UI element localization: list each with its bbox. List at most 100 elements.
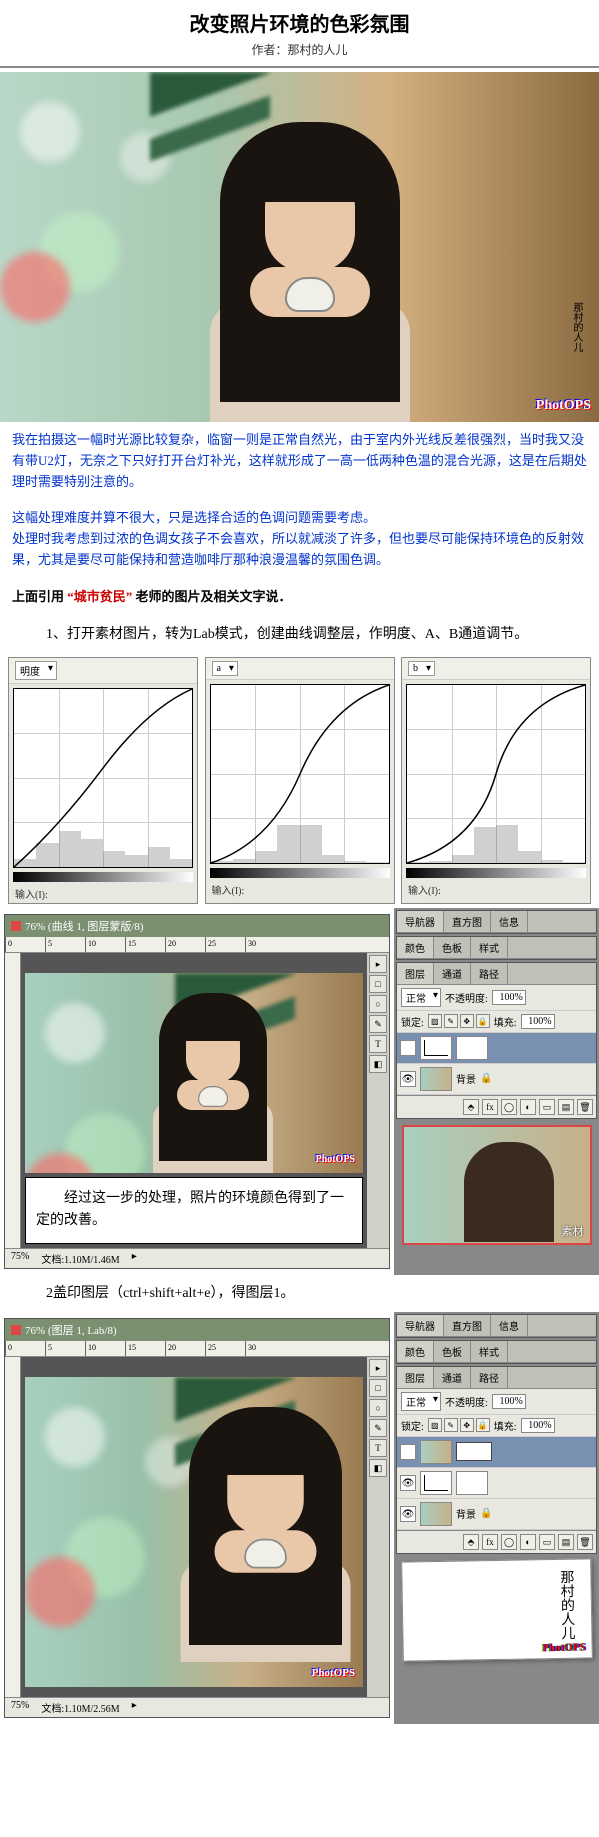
trash-icon[interactable]: 🗑 (577, 1534, 593, 1550)
mask-icon[interactable]: ◯ (501, 1534, 517, 1550)
mask-icon[interactable]: ◯ (501, 1099, 517, 1115)
main-photo: 那村的人儿 PhotOPS (0, 72, 599, 422)
layer-thumbnail[interactable] (420, 1502, 452, 1526)
fx-icon[interactable]: fx (482, 1099, 498, 1115)
new-layer-icon[interactable]: ▤ (558, 1534, 574, 1550)
lock-pixels-icon[interactable]: ✎ (444, 1014, 458, 1028)
tab-styles[interactable]: 样式 (471, 937, 508, 958)
tool-icon[interactable]: T (369, 1035, 387, 1053)
tab-info[interactable]: 信息 (491, 1315, 528, 1336)
tool-icon[interactable]: ◧ (369, 1055, 387, 1073)
watermark-logo: PhotOPS (536, 398, 591, 414)
toolbar-vertical: ▸ □ ○ ✎ T ◧ (367, 1357, 389, 1697)
mask-thumbnail[interactable] (456, 1471, 488, 1495)
visibility-icon[interactable]: 👁 (400, 1506, 416, 1522)
blend-mode-dropdown[interactable]: 正常 (401, 1392, 441, 1411)
link-icon[interactable]: ⬘ (463, 1099, 479, 1115)
curve-graph[interactable] (13, 688, 193, 868)
lock-transparency-icon[interactable]: ▨ (428, 1014, 442, 1028)
page-title: 改变照片环境的色彩氛围 (0, 8, 599, 37)
layer-thumbnail[interactable] (420, 1471, 452, 1495)
curve-panel-lightness: 明度 输入(I): (8, 657, 198, 904)
tab-swatches[interactable]: 色板 (434, 1341, 471, 1362)
tool-icon[interactable]: □ (369, 1379, 387, 1397)
curve-graph[interactable] (406, 684, 586, 864)
tool-icon[interactable]: ▸ (369, 955, 387, 973)
tool-icon[interactable]: ▸ (369, 1359, 387, 1377)
lock-position-icon[interactable]: ✥ (460, 1418, 474, 1432)
layer-name-input[interactable]: 图层 1 (456, 1442, 492, 1461)
tool-icon[interactable]: ◧ (369, 1459, 387, 1477)
tool-icon[interactable]: ✎ (369, 1419, 387, 1437)
tab-histogram[interactable]: 直方图 (444, 1315, 491, 1336)
new-layer-icon[interactable]: ▤ (558, 1099, 574, 1115)
header: 改变照片环境的色彩氛围 作者：那村的人儿 (0, 0, 599, 68)
link-icon[interactable]: ⬘ (463, 1534, 479, 1550)
opacity-input[interactable]: 100% (492, 990, 526, 1005)
ps-canvas[interactable]: PhotOPS 经过这一步的处理，照片的环境颜色得到了一定的改善。 (21, 953, 367, 1248)
layer-row-background[interactable]: 👁 背景 🔒 (397, 1064, 596, 1095)
fill-input[interactable]: 100% (521, 1418, 555, 1433)
tab-layers[interactable]: 图层 (397, 963, 434, 984)
lock-position-icon[interactable]: ✥ (460, 1014, 474, 1028)
close-icon[interactable] (11, 921, 21, 931)
fx-icon[interactable]: fx (482, 1534, 498, 1550)
tab-color[interactable]: 颜色 (397, 1341, 434, 1362)
zoom-level[interactable]: 75% (11, 1700, 29, 1715)
close-icon[interactable] (11, 1325, 21, 1335)
curve-graph[interactable] (210, 684, 390, 864)
channel-dropdown[interactable]: 明度 (15, 661, 57, 680)
tool-icon[interactable]: ✎ (369, 1015, 387, 1033)
tab-channels[interactable]: 通道 (434, 963, 471, 984)
layer-thumbnail[interactable] (420, 1440, 452, 1464)
blend-mode-dropdown[interactable]: 正常 (401, 988, 441, 1007)
tab-layers[interactable]: 图层 (397, 1367, 434, 1388)
tool-icon[interactable]: ○ (369, 995, 387, 1013)
visibility-icon[interactable]: 👁 (400, 1040, 416, 1056)
folder-icon[interactable]: ▭ (539, 1099, 555, 1115)
adjustment-icon[interactable]: ◐ (520, 1099, 536, 1115)
tab-swatches[interactable]: 色板 (434, 937, 471, 958)
tab-info[interactable]: 信息 (491, 911, 528, 932)
lock-all-icon[interactable]: 🔒 (476, 1418, 490, 1432)
tab-navigator[interactable]: 导航器 (397, 1315, 444, 1336)
tab-channels[interactable]: 通道 (434, 1367, 471, 1388)
layer-thumbnail[interactable] (420, 1036, 452, 1060)
credit-line: 上面引用 “城市贫民” 老师的图片及相关文字说． (0, 579, 599, 616)
visibility-icon[interactable]: 👁 (400, 1475, 416, 1491)
folder-icon[interactable]: ▭ (539, 1534, 555, 1550)
tab-navigator[interactable]: 导航器 (397, 911, 444, 932)
opacity-input[interactable]: 100% (492, 1394, 526, 1409)
signature-mark: 那村的人儿 (544, 302, 584, 382)
ps-titlebar[interactable]: 76% (曲线 1, 图层蒙版/8) (5, 915, 389, 937)
visibility-icon[interactable]: 👁 (400, 1071, 416, 1087)
lock-pixels-icon[interactable]: ✎ (444, 1418, 458, 1432)
tab-paths[interactable]: 路径 (471, 1367, 508, 1388)
layer-row-curves[interactable]: 👁 (397, 1468, 596, 1499)
zoom-level[interactable]: 75% (11, 1251, 29, 1266)
channel-dropdown[interactable]: b (408, 661, 435, 676)
tool-icon[interactable]: □ (369, 975, 387, 993)
lock-all-icon[interactable]: 🔒 (476, 1014, 490, 1028)
visibility-icon[interactable]: 👁 (400, 1444, 416, 1460)
ps-titlebar[interactable]: 76% (图层 1, Lab/8) (5, 1319, 389, 1341)
adjustment-icon[interactable]: ◐ (520, 1534, 536, 1550)
toolbar-vertical: ▸ □ ○ ✎ T ◧ (367, 953, 389, 1248)
tool-icon[interactable]: ○ (369, 1399, 387, 1417)
lock-transparency-icon[interactable]: ▨ (428, 1418, 442, 1432)
channel-dropdown[interactable]: a (212, 661, 238, 676)
fill-input[interactable]: 100% (521, 1014, 555, 1029)
tab-color[interactable]: 颜色 (397, 937, 434, 958)
tool-icon[interactable]: T (369, 1439, 387, 1457)
layer-row-curves[interactable]: 👁 (397, 1033, 596, 1064)
layer-row-background[interactable]: 👁 背景 🔒 (397, 1499, 596, 1530)
layer-row-layer1[interactable]: 👁 图层 1 (397, 1437, 596, 1468)
ps-canvas[interactable]: PhotOPS (21, 1357, 367, 1697)
layer-name: 背景 (456, 1506, 476, 1521)
tab-styles[interactable]: 样式 (471, 1341, 508, 1362)
tab-histogram[interactable]: 直方图 (444, 911, 491, 932)
tab-paths[interactable]: 路径 (471, 963, 508, 984)
layer-thumbnail[interactable] (420, 1067, 452, 1091)
mask-thumbnail[interactable] (456, 1036, 488, 1060)
trash-icon[interactable]: 🗑 (577, 1099, 593, 1115)
